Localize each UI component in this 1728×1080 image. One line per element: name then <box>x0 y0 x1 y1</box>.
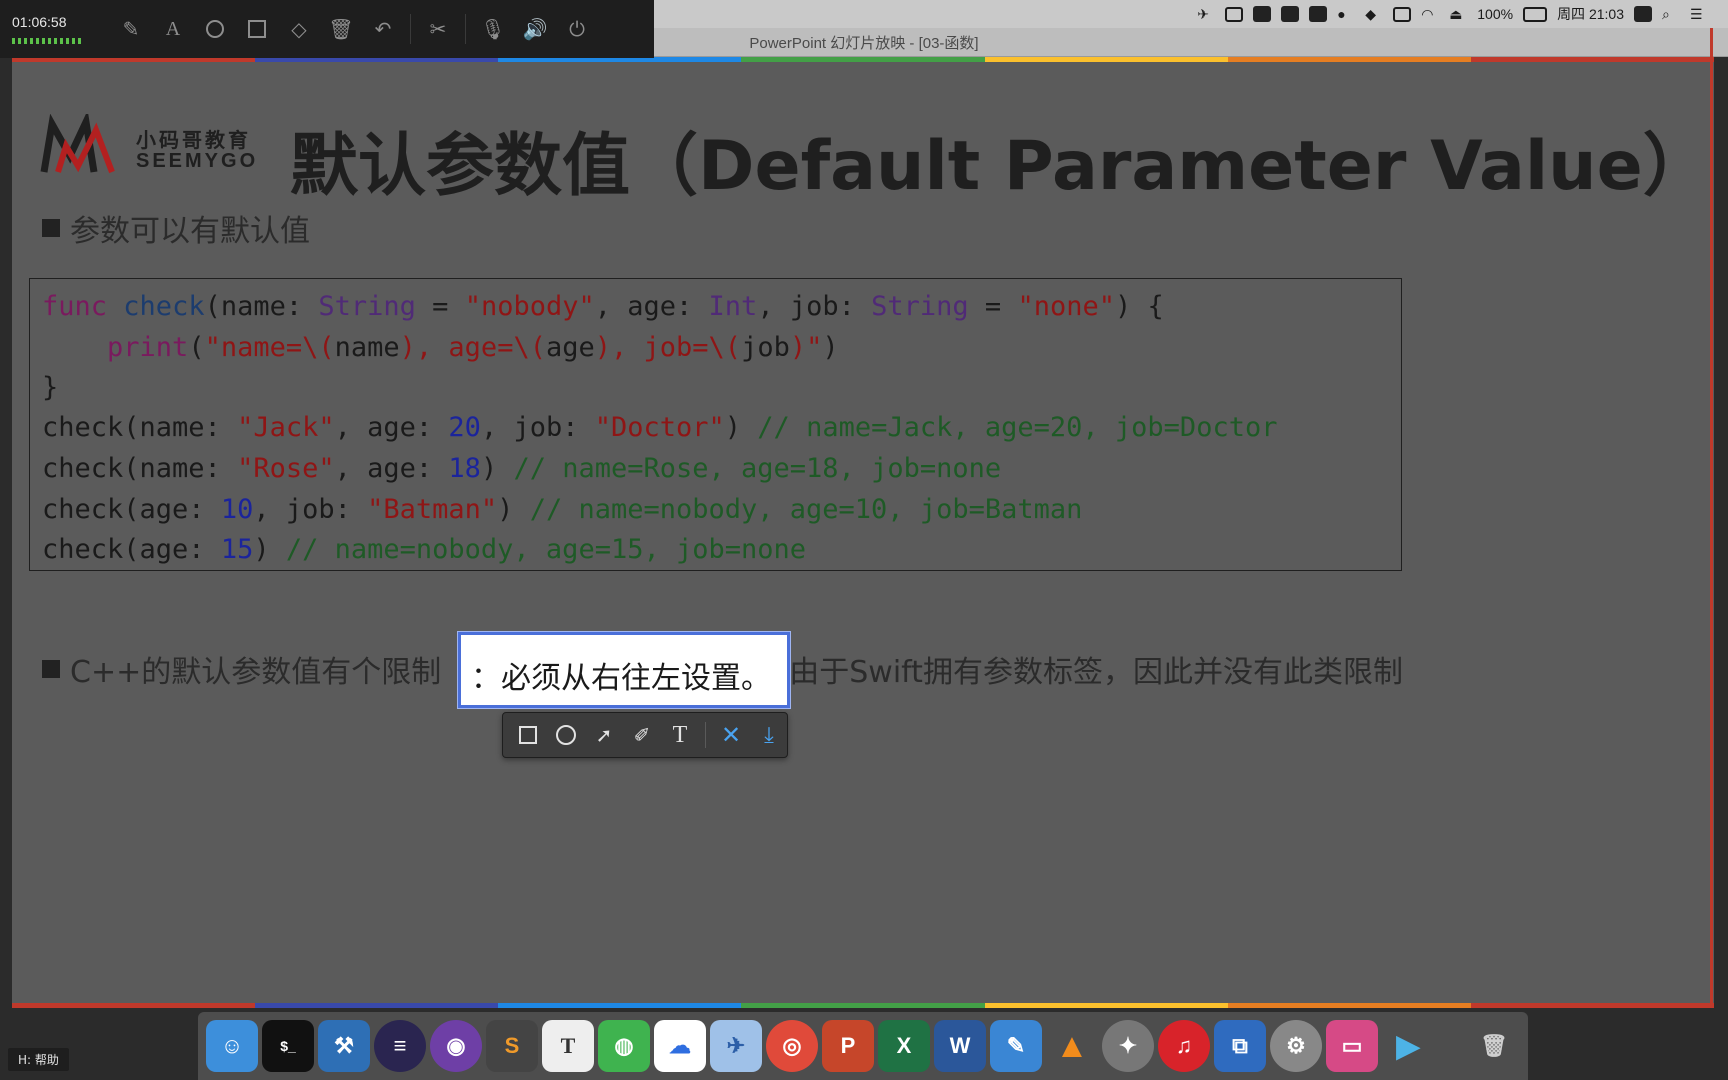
circle-icon[interactable] <box>194 14 236 44</box>
rectangle-tool-icon[interactable] <box>515 722 541 748</box>
finder-icon[interactable]: ☺ <box>206 1020 258 1072</box>
folder-icon[interactable]: ▭ <box>1326 1020 1378 1072</box>
baidu-netdisk-icon[interactable]: ☁ <box>654 1020 706 1072</box>
logo-mark-icon <box>40 110 115 174</box>
cancel-icon[interactable]: ✕ <box>718 721 744 749</box>
speaker-icon[interactable]: 🔊 <box>514 14 556 44</box>
input-method-icon[interactable] <box>1309 6 1328 22</box>
airplane-icon[interactable]: ✈ <box>1197 6 1215 22</box>
airplay-icon[interactable] <box>1393 6 1412 22</box>
slide-title: 默认参数值（Default Parameter Value） <box>290 127 1711 206</box>
toolbar-divider <box>410 14 411 44</box>
recorder-icon[interactable] <box>1253 6 1272 22</box>
selection-text: ：必须从右往左设置。 <box>471 661 771 696</box>
power-icon[interactable]: ⏻ <box>556 14 598 44</box>
toolbar-divider <box>465 14 466 44</box>
bullet-square-icon <box>42 219 60 237</box>
camtasia-icon[interactable]: ▶ <box>1382 1020 1434 1072</box>
text-icon[interactable]: A <box>152 14 194 44</box>
brush-tool-icon[interactable]: ✐ <box>629 722 655 748</box>
eraser-icon[interactable]: ◇ <box>278 14 320 44</box>
code-line-6: check(age: 10, job: "Batman") // name=no… <box>42 494 1083 525</box>
rainbow-segment <box>984 1003 1228 1008</box>
netease-music-icon[interactable]: ♫ <box>1158 1020 1210 1072</box>
toolbar-divider <box>705 722 706 748</box>
code-block: func check(name: String = "nobody", age:… <box>29 278 1402 571</box>
screen-share-icon[interactable]: ⧉ <box>1214 1020 1266 1072</box>
download-icon[interactable]: ⤓ <box>756 722 782 748</box>
wechat-icon[interactable]: ◍ <box>598 1020 650 1072</box>
screenshot-toolbar: ➚ ✐ T ✕ ⤓ <box>502 712 788 758</box>
pen-icon[interactable]: ✎ <box>110 14 152 44</box>
terminal-icon[interactable]: $_ <box>262 1020 314 1072</box>
excel-icon[interactable]: X <box>878 1020 930 1072</box>
powerpoint-icon[interactable]: P <box>822 1020 874 1072</box>
rainbow-segment <box>255 1003 499 1008</box>
microphone-status-icon[interactable] <box>1281 6 1300 22</box>
bullet-square-icon <box>42 660 60 678</box>
chrome-icon[interactable]: ◎ <box>766 1020 818 1072</box>
arrow-tool-icon[interactable]: ➚ <box>591 722 617 748</box>
rainbow-strip-bottom <box>12 1003 1714 1008</box>
eclipse-icon[interactable]: ≡ <box>374 1020 426 1072</box>
recording-toolbar: 01:06:58 ✎ A ◇ 🗑 ↶ ✂ 🎙 🔊 ⏻ <box>0 0 654 58</box>
rainbow-segment <box>1470 1003 1714 1008</box>
rainbow-segment <box>498 1003 742 1008</box>
logo-cn-text: 小码哥教育 <box>136 128 251 152</box>
vlc-icon[interactable]: ▲ <box>1046 1020 1098 1072</box>
rectangle-icon[interactable] <box>236 14 278 44</box>
text-tool-icon[interactable]: T <box>667 722 693 748</box>
word-icon[interactable]: W <box>934 1020 986 1072</box>
battery-icon[interactable] <box>1523 6 1548 22</box>
code-line-5: check(name: "Rose", age: 18) // name=Ros… <box>42 453 1002 484</box>
qq-icon[interactable]: ● <box>1337 6 1355 22</box>
rainbow-segment <box>741 1003 985 1008</box>
eject-icon[interactable]: ⏏ <box>1449 6 1467 22</box>
video-editor-icon[interactable]: ✦ <box>1102 1020 1154 1072</box>
annotation-tools: ✎ A ◇ 🗑 ↶ ✂ 🎙 🔊 ⏻ <box>110 14 598 44</box>
audio-level-meter <box>12 38 82 44</box>
recording-timer: 01:06:58 <box>12 14 67 30</box>
rainbow-segment <box>1227 1003 1471 1008</box>
github-icon[interactable]: ◉ <box>430 1020 482 1072</box>
bullet-default-values: 参数可以有默认值 <box>42 206 310 250</box>
bullet-text: 参数可以有默认值 <box>70 214 310 249</box>
undo-icon[interactable]: ↶ <box>362 14 404 44</box>
slide-canvas: 小码哥教育 SEEMYGO 默认参数值（Default Parameter Va… <box>12 62 1714 1003</box>
pen-app-icon[interactable]: ✎ <box>990 1020 1042 1072</box>
menubar-status-area: ✈ ● ◆ ◠ ⏏ 100% 周四 21:03 ⌕ ☰ <box>1197 0 1708 28</box>
slide-border-right <box>1710 28 1713 1008</box>
battery-percent: 100% <box>1477 6 1514 22</box>
notification-icon[interactable]: ◆ <box>1365 6 1383 22</box>
system-preferences-icon[interactable]: ⚙ <box>1270 1020 1322 1072</box>
menubar-clock[interactable]: 周四 21:03 <box>1557 4 1624 24</box>
menu-list-icon[interactable]: ☰ <box>1690 6 1708 22</box>
logo: 小码哥教育 SEEMYGO <box>38 110 268 184</box>
sync-icon[interactable] <box>1634 6 1652 22</box>
microphone-icon[interactable]: 🎙 <box>472 14 514 44</box>
dock: ☺ $_ ⚒ ≡ ◉ S T ◍ ☁ ✈ ◎ P X W ✎ ▲ ✦ ♫ ⧉ ⚙… <box>198 1012 1528 1080</box>
typora-icon[interactable]: T <box>542 1020 594 1072</box>
trash-icon[interactable]: 🗑 <box>320 14 362 44</box>
bullet-text-before: C++的默认参数值有个限制 <box>70 655 442 690</box>
logo-en-text: SEEMYGO <box>136 150 259 172</box>
code-line-2: print("name=\(name), age=\(age), job=\(j… <box>107 332 839 363</box>
feishu-icon[interactable]: ✈ <box>710 1020 762 1072</box>
search-icon[interactable]: ⌕ <box>1662 6 1680 22</box>
bullet-text-after: 由于Swift拥有参数标签，因此并没有此类限制 <box>789 655 1403 690</box>
camera-icon[interactable] <box>1225 6 1244 22</box>
help-hint[interactable]: H: 帮助 <box>8 1048 69 1071</box>
ellipse-tool-icon[interactable] <box>553 722 579 748</box>
trash-bin-icon[interactable]: 🗑 <box>1468 1020 1520 1072</box>
code-line-7: check(age: 15) // name=nobody, age=15, j… <box>42 534 807 565</box>
code-line-3: } <box>42 372 59 403</box>
xcode-icon[interactable]: ⚒ <box>318 1020 370 1072</box>
scissors-icon[interactable]: ✂ <box>417 14 459 44</box>
sublime-icon[interactable]: S <box>486 1020 538 1072</box>
screenshot-selection[interactable]: ：必须从右往左设置。 <box>457 631 791 709</box>
code-line-4: check(name: "Jack", age: 20, job: "Docto… <box>42 412 1278 443</box>
rainbow-segment <box>12 1003 256 1008</box>
wifi-icon[interactable]: ◠ <box>1421 6 1439 22</box>
code-line-1: func check(name: String = "nobody", age:… <box>42 291 1164 322</box>
